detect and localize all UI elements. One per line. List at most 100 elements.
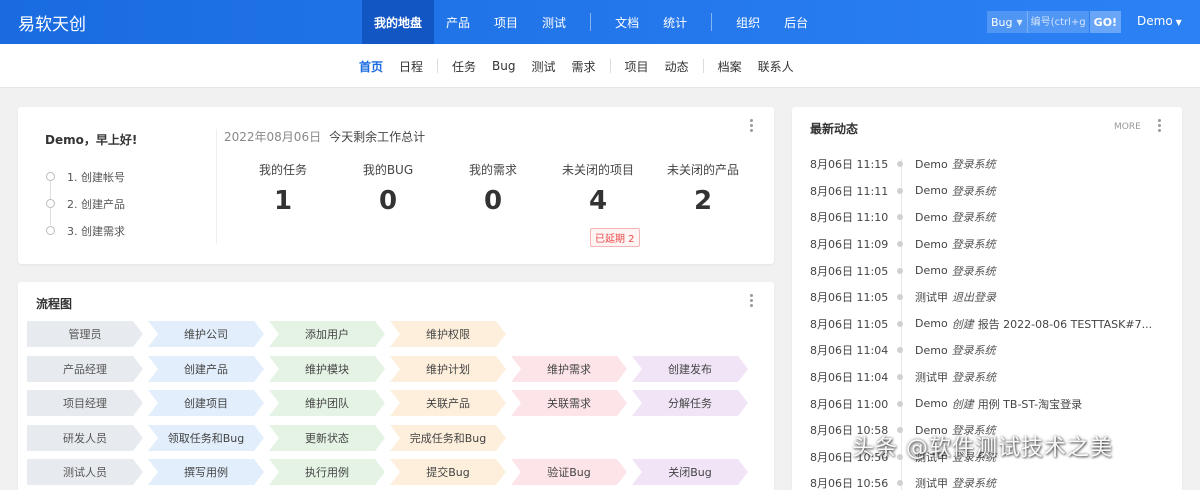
flow-step[interactable]: 关联产品: [390, 390, 506, 416]
brand-logo[interactable]: 易软天创: [18, 10, 86, 35]
stat-my-tasks[interactable]: 我的任务 1: [230, 161, 336, 216]
step-circle-icon: [46, 172, 55, 181]
main-nav-admin[interactable]: 后台: [772, 0, 820, 44]
stat-value: 1: [273, 186, 293, 216]
subnav-calendar[interactable]: 日程: [391, 58, 431, 75]
flow-step[interactable]: 维护计划: [390, 356, 506, 382]
user-menu[interactable]: Demo ▼: [1137, 14, 1182, 28]
main-nav-project[interactable]: 项目: [482, 0, 530, 44]
flow-step[interactable]: 撰写用例: [148, 459, 264, 485]
subnav-bug[interactable]: Bug: [484, 59, 523, 73]
dynamic-event[interactable]: 8月06日 11:10 Demo 登录系统: [810, 204, 1152, 231]
flow-step[interactable]: 关联需求: [511, 390, 627, 416]
flow-step[interactable]: 更新状态: [269, 425, 385, 451]
welcome-divider: [216, 129, 217, 244]
search-type-label: Bug: [991, 15, 1013, 29]
stat-open-products[interactable]: 未关闭的产品 2: [650, 161, 756, 216]
flow-step[interactable]: 创建项目: [148, 390, 264, 416]
more-options-icon[interactable]: [749, 294, 753, 309]
main-nav-doc[interactable]: 文档: [603, 0, 651, 44]
timeline-dot-icon: [897, 480, 903, 487]
flow-step[interactable]: 关闭Bug: [632, 459, 748, 485]
stat-my-stories[interactable]: 我的需求 0: [440, 161, 546, 216]
more-link[interactable]: MORE: [1114, 122, 1141, 132]
flow-step[interactable]: 维护团队: [269, 390, 385, 416]
event-user: Demo: [915, 264, 948, 278]
subnav-profile[interactable]: 档案: [710, 58, 750, 75]
dynamic-event[interactable]: 8月06日 11:11 Demo 登录系统: [810, 178, 1152, 205]
flow-row: 研发人员 领取任务和Bug 更新状态 完成任务和Bug: [27, 425, 511, 451]
subnav-test[interactable]: 测试: [524, 58, 564, 75]
nav-divider: [711, 13, 713, 31]
flow-step[interactable]: 维护公司: [148, 321, 264, 347]
subnav-task[interactable]: 任务: [444, 58, 484, 75]
timeline-dot-icon: [897, 294, 903, 301]
event-user: Demo: [915, 157, 948, 171]
event-object[interactable]: 用例 TB-ST-淘宝登录: [978, 396, 1082, 412]
dynamic-event[interactable]: 8月06日 10:56 测试甲 登录系统: [810, 470, 1152, 490]
timeline-dot-icon: [897, 320, 903, 327]
dynamic-event[interactable]: 8月06日 11:09 Demo 登录系统: [810, 231, 1152, 258]
stat-my-bugs[interactable]: 我的BUG 0: [335, 161, 441, 216]
flow-step[interactable]: 添加用户: [269, 321, 385, 347]
flow-role: 产品经理: [27, 356, 143, 382]
flow-role: 研发人员: [27, 425, 143, 451]
dynamic-event[interactable]: 8月06日 11:00 Demo 创建 用例 TB-ST-淘宝登录: [810, 390, 1152, 417]
flow-step[interactable]: 执行用例: [269, 459, 385, 485]
more-options-icon[interactable]: [1157, 119, 1161, 134]
flow-step[interactable]: 创建产品: [148, 356, 264, 382]
event-user: Demo: [915, 343, 948, 357]
stat-label: 未关闭的产品: [666, 163, 739, 177]
summary-title: 今天剩余工作总计: [329, 130, 426, 144]
dynamic-event[interactable]: 8月06日 11:05 Demo 登录系统: [810, 257, 1152, 284]
event-action: 创建: [951, 397, 974, 411]
event-action: 登录系统: [952, 477, 996, 490]
dynamic-event[interactable]: 8月06日 11:04 测试甲 登录系统: [810, 364, 1152, 391]
guide-step[interactable]: 2. 创建产品: [46, 190, 125, 217]
go-button[interactable]: GO!: [1089, 11, 1122, 33]
flow-step[interactable]: 分解任务: [632, 390, 748, 416]
step-label: 2. 创建产品: [67, 197, 125, 211]
guide-step[interactable]: 1. 创建帐号: [46, 163, 125, 190]
guide-step[interactable]: 3. 创建需求: [46, 217, 125, 244]
subnav-home[interactable]: 首页: [351, 58, 391, 75]
flow-step[interactable]: 领取任务和Bug: [148, 425, 264, 451]
event-time: 8月06日 11:11: [810, 184, 889, 198]
subnav-story[interactable]: 需求: [564, 58, 604, 75]
main-nav-company[interactable]: 组织: [724, 0, 772, 44]
flow-step[interactable]: 维护权限: [390, 321, 506, 347]
flow-row: 项目经理 创建项目 维护团队 关联产品 关联需求 分解任务: [27, 390, 753, 416]
event-object[interactable]: 报告 2022-08-06 TESTTASK#7...: [978, 316, 1152, 332]
timeline-dot-icon: [897, 267, 903, 274]
timeline-dot-icon: [897, 374, 903, 381]
event-time: 8月06日 11:05: [810, 291, 889, 305]
flow-step[interactable]: 提交Bug: [390, 459, 506, 485]
dynamic-event[interactable]: 8月06日 11:05 Demo 创建 报告 2022-08-06 TESTTASK#…: [810, 311, 1152, 338]
subnav-dynamic[interactable]: 动态: [657, 58, 697, 75]
more-options-icon[interactable]: [749, 119, 753, 134]
delayed-badge[interactable]: 已延期 2: [590, 228, 640, 247]
flow-step[interactable]: 维护模块: [269, 356, 385, 382]
event-user: Demo: [915, 184, 948, 198]
subnav-contacts[interactable]: 联系人: [750, 58, 802, 75]
main-nav-test[interactable]: 测试: [530, 0, 578, 44]
subnav-project[interactable]: 项目: [617, 58, 657, 75]
subnav-divider: [609, 59, 611, 73]
main-nav-my[interactable]: 我的地盘: [362, 0, 435, 44]
main-nav-product[interactable]: 产品: [434, 0, 482, 44]
flow-step[interactable]: 验证Bug: [511, 459, 627, 485]
event-time: 8月06日 11:00: [810, 397, 889, 411]
flow-step[interactable]: 维护需求: [511, 356, 627, 382]
search-type-select[interactable]: Bug ▼: [987, 11, 1027, 33]
user-name: Demo: [1137, 14, 1173, 28]
dynamic-event[interactable]: 8月06日 11:05 测试甲 退出登录: [810, 284, 1152, 311]
flow-step[interactable]: 创建发布: [632, 356, 748, 382]
flow-step[interactable]: 完成任务和Bug: [390, 425, 506, 451]
event-user: Demo: [915, 397, 948, 411]
main-nav-report[interactable]: 统计: [651, 0, 699, 44]
dynamic-event[interactable]: 8月06日 11:15 Demo 登录系统: [810, 151, 1152, 178]
caret-down-icon: ▼: [1016, 17, 1023, 27]
search-input[interactable]: [1026, 11, 1089, 33]
stat-open-projects[interactable]: 未关闭的项目 4: [545, 161, 651, 216]
dynamic-event[interactable]: 8月06日 11:04 Demo 登录系统: [810, 337, 1152, 364]
